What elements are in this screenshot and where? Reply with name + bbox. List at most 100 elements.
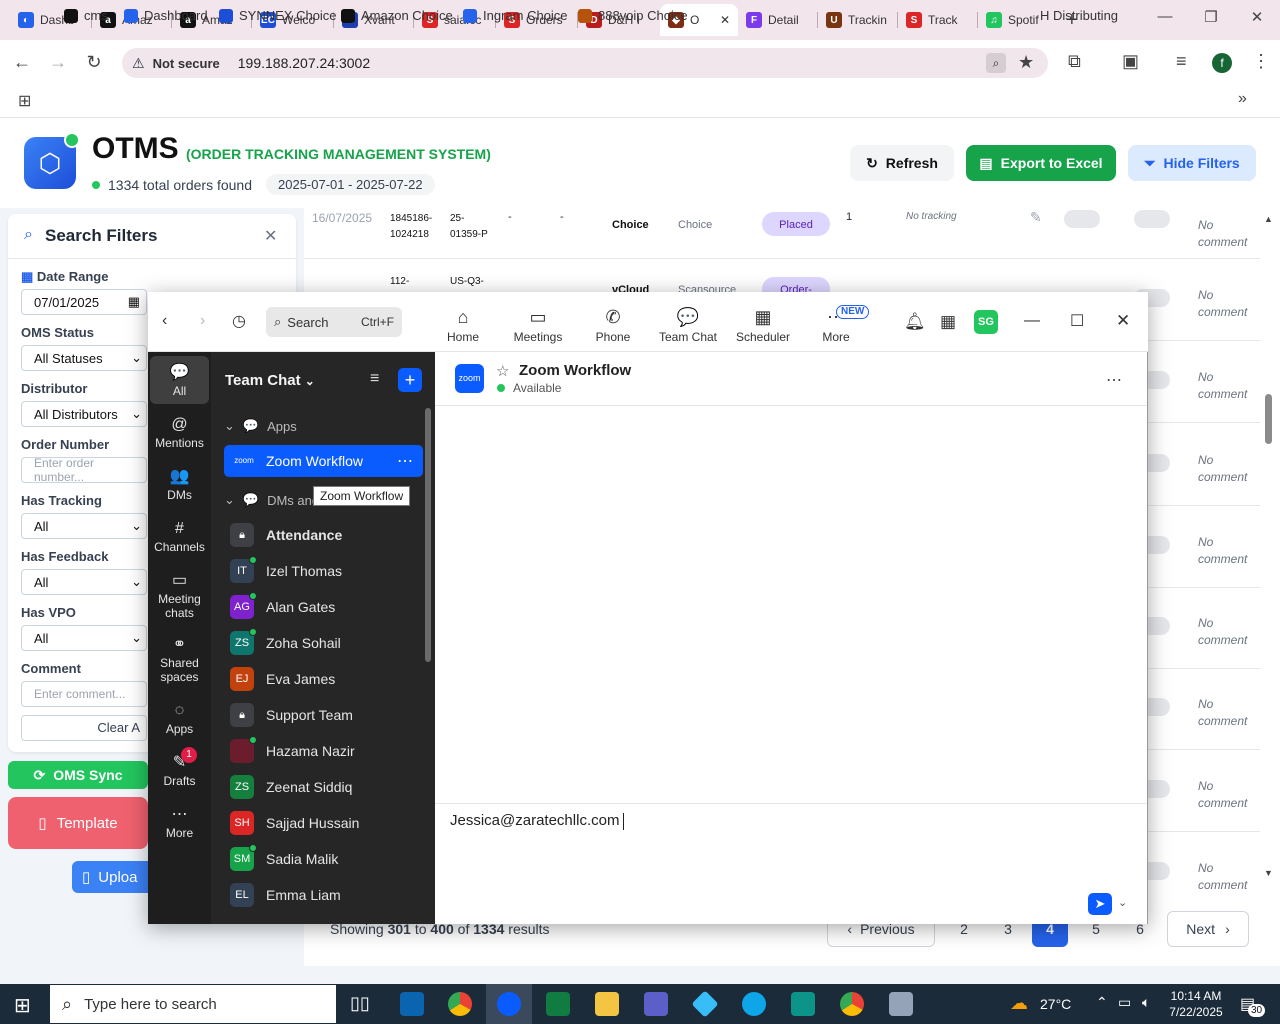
date-from-input[interactable]: 07/01/2025 ▦ (21, 289, 147, 315)
windows-start-icon[interactable]: ⊞ (14, 993, 31, 1018)
volume-icon[interactable]: 🔈︎ (1142, 994, 1150, 1011)
rail-item-apps[interactable]: ◌ Apps (150, 700, 209, 736)
tab-10[interactable]: U Trackin (818, 4, 892, 36)
more-options-icon[interactable]: ⋯ (397, 451, 413, 471)
network-icon[interactable]: ▭ (1118, 994, 1131, 1011)
find-in-page-icon[interactable]: ⌕ (986, 53, 1006, 73)
new-chat-button[interactable]: + (398, 368, 422, 392)
vertical-scrollbar[interactable]: ▲ ▼ (1262, 214, 1274, 884)
forward-icon[interactable]: → (46, 50, 70, 74)
filter-list-icon[interactable]: ≡ (370, 370, 379, 388)
calendar-icon[interactable]: ▦ (940, 312, 956, 332)
contact-item[interactable]: SM Sadia Malik (230, 844, 338, 871)
tab-11[interactable]: S Track (898, 4, 972, 36)
bell-icon[interactable]: 🔔︎ (904, 312, 926, 332)
tab-9[interactable]: F Detail (738, 4, 812, 36)
close-tab-icon[interactable]: ✕ (720, 13, 730, 27)
contact-item[interactable]: EJ Eva James (230, 667, 335, 691)
chrome-icon[interactable] (840, 992, 864, 1016)
comment-input[interactable]: Enter comment... (21, 681, 147, 707)
back-icon[interactable]: ← (10, 50, 34, 74)
extensions-icon[interactable]: ⧉ (1068, 51, 1081, 72)
browser-menu-icon[interactable]: ⋮ (1252, 51, 1270, 72)
file-explorer-icon[interactable] (595, 992, 619, 1016)
cast-icon[interactable]: ▣ (1122, 51, 1139, 72)
chrome-icon[interactable] (448, 992, 472, 1016)
export-excel-button[interactable]: ▤ Export to Excel (966, 145, 1116, 181)
outlook-icon[interactable] (400, 992, 424, 1016)
contact-item[interactable]: EL Emma Liam (230, 883, 341, 907)
apps-section-header[interactable]: ⌄ 💬 Apps (224, 418, 297, 434)
toggle-switch[interactable] (1134, 210, 1170, 228)
table-row[interactable]: 16/07/2025 1845186-1024218 25-01359-P - … (304, 208, 1260, 258)
bookmark-item[interactable]: 888voip Choice (578, 8, 688, 23)
chat-options-icon[interactable]: ⋯ (1106, 370, 1122, 390)
user-avatar[interactable]: SG (974, 310, 998, 334)
bookmark-item[interactable]: Amazon Choice (341, 8, 453, 23)
clear-all-button[interactable]: Clear A (21, 715, 147, 741)
app-icon[interactable] (791, 992, 815, 1016)
distributor-select[interactable]: All Distributors ⌄ (21, 401, 147, 427)
contact-item[interactable]: AG Alan Gates (230, 592, 335, 619)
refresh-button[interactable]: ↻ Refresh (850, 145, 954, 181)
close-icon[interactable]: ✕ (1242, 8, 1272, 26)
rail-item-shared-spaces[interactable]: ⚭ Shared spaces (150, 634, 209, 684)
zoom-back-icon[interactable]: ‹ (162, 312, 167, 330)
zoom-minimize-icon[interactable]: — (1024, 312, 1040, 330)
scroll-up-icon[interactable]: ▲ (1264, 214, 1273, 224)
hide-filters-button[interactable]: ⏷ Hide Filters (1128, 145, 1256, 181)
has-tracking-select[interactable]: All ⌄ (21, 513, 147, 539)
rail-item-more[interactable]: ⋯ More (150, 804, 209, 840)
zoom-maximize-icon[interactable]: ☐ (1070, 311, 1084, 331)
bookmark-item[interactable]: H Distributing (1040, 8, 1118, 23)
star-icon[interactable]: ☆ (496, 362, 509, 380)
reload-icon[interactable]: ↻ (82, 50, 106, 74)
zoom-nav-meetings[interactable]: ▭ Meetings (503, 306, 573, 344)
edit-icon[interactable]: ✎ (1030, 209, 1042, 226)
history-icon[interactable]: ◷ (232, 311, 246, 331)
rail-item-mentions[interactable]: @ Mentions (150, 414, 209, 450)
contact-item[interactable]: Hazama Nazir (230, 736, 355, 763)
contact-item[interactable]: ZS Zoha Sohail (230, 628, 341, 655)
apps-grid-icon[interactable]: ⊞ (18, 91, 31, 111)
media-icon[interactable]: ≡ (1176, 51, 1187, 72)
edge-icon[interactable] (742, 992, 766, 1016)
table-row[interactable]: 112- US-Q3- vCloud Scansource Order- (304, 259, 1260, 301)
rail-item-drafts[interactable]: ✎ Drafts (150, 752, 209, 788)
tray-chevron-icon[interactable]: ⌃ (1096, 994, 1108, 1011)
zoom-nav-home[interactable]: ⌂ Home (428, 306, 498, 344)
send-button[interactable]: ➤ (1088, 893, 1112, 915)
scroll-down-icon[interactable]: ▼ (1264, 868, 1273, 878)
clock[interactable]: 10:14 AM 7/22/2025 (1166, 988, 1226, 1020)
excel-icon[interactable] (546, 992, 570, 1016)
upload-button[interactable]: ▯ Uploa (72, 861, 148, 893)
toggle-switch[interactable] (1064, 210, 1100, 228)
app-icon[interactable] (889, 992, 913, 1016)
zoom-forward-icon[interactable]: › (200, 312, 205, 330)
address-bar[interactable]: ⚠ Not secure 199.188.207.24:3002 (122, 48, 1048, 78)
bookmarks-overflow-icon[interactable]: » (1238, 90, 1247, 108)
bookmark-item[interactable]: Ingram Choice (463, 8, 568, 23)
order-number-input[interactable]: Enter order number... (21, 456, 147, 484)
contact-item[interactable]: SH Sajjad Hussain (230, 811, 359, 835)
message-input[interactable]: Jessica@zaratechllc.com (450, 812, 1050, 834)
scroll-thumb[interactable] (1265, 394, 1272, 444)
minimize-icon[interactable]: — (1150, 8, 1180, 25)
dms-section-header[interactable]: ⌄ 💬 DMs and (224, 492, 319, 508)
oms-status-select[interactable]: All Statuses ⌄ (21, 345, 147, 371)
contact-item[interactable]: ZS Zeenat Siddiq (230, 775, 352, 799)
contact-item[interactable]: 🔒︎ Attendance (230, 523, 342, 547)
profile-avatar[interactable]: f (1212, 53, 1232, 73)
teams-icon[interactable] (644, 992, 668, 1016)
has-feedback-select[interactable]: All ⌄ (21, 569, 147, 595)
contact-item[interactable]: 🔒︎ Support Team (230, 703, 353, 727)
bookmark-item[interactable]: Dashboard (124, 8, 208, 23)
zoom-close-icon[interactable]: ✕ (1116, 311, 1130, 331)
rail-item-dms[interactable]: 👥 DMs (150, 466, 209, 502)
zoom-taskbar-icon[interactable] (497, 992, 521, 1016)
bookmark-item[interactable]: SYNNEX Choice (219, 8, 337, 23)
rail-item-all[interactable]: 💬 All (150, 362, 209, 398)
restore-icon[interactable]: ❐ (1196, 8, 1226, 26)
rail-item-meeting-chats[interactable]: ▭ Meeting chats (150, 570, 209, 620)
oms-sync-button[interactable]: ⟳ OMS Sync (8, 761, 148, 789)
